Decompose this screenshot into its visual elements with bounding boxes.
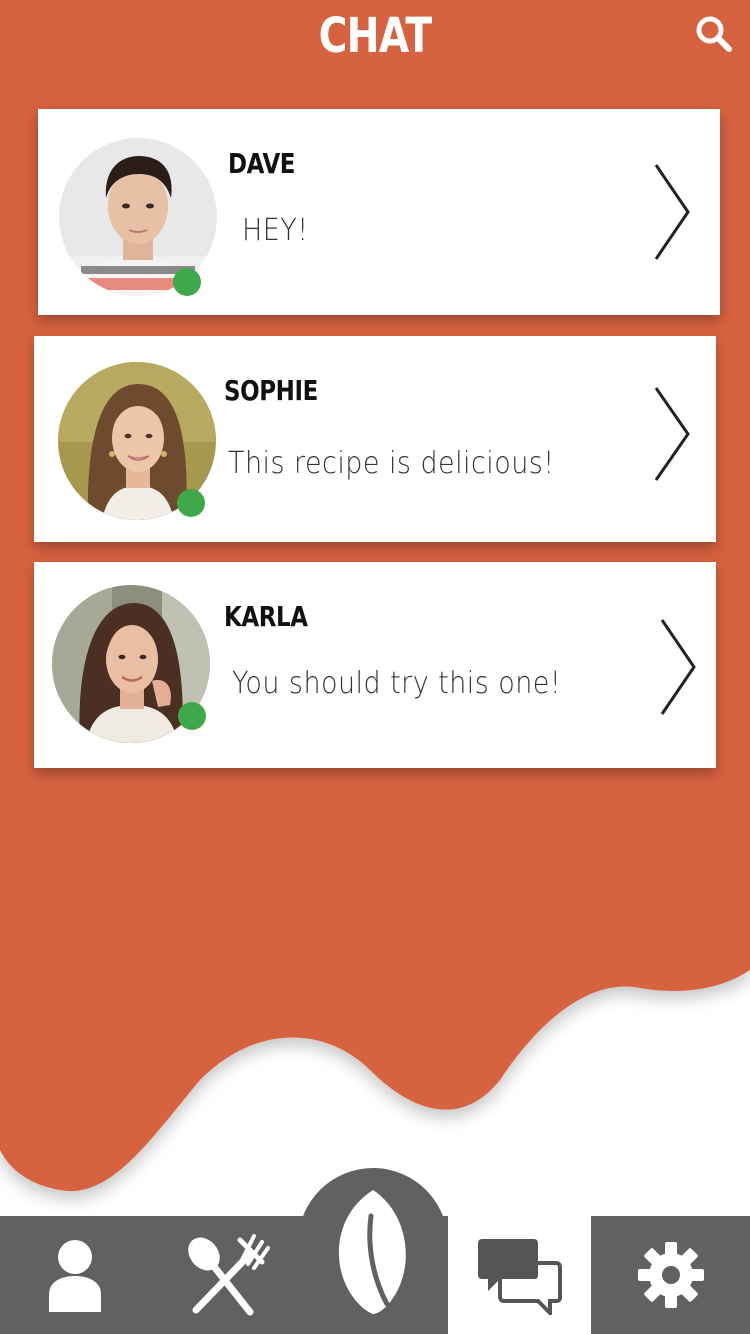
- contact-name: SOPHIE: [224, 374, 318, 407]
- chevron-right-icon[interactable]: [652, 163, 692, 261]
- nav-chat[interactable]: [448, 1216, 591, 1334]
- leaf-icon: [338, 1190, 406, 1314]
- online-status-indicator: [173, 268, 201, 296]
- chat-item-dave[interactable]: DAVE HEY!: [38, 109, 720, 315]
- bottom-navigation: [0, 1168, 750, 1334]
- chat-bubbles-icon: [477, 1239, 562, 1315]
- online-status-indicator: [177, 489, 205, 517]
- search-icon: [696, 16, 732, 52]
- online-status-indicator: [178, 702, 206, 730]
- last-message: HEY!: [242, 213, 309, 248]
- chat-item-sophie[interactable]: SOPHIE This recipe is delicious!: [34, 336, 716, 542]
- last-message: You should try this one!: [232, 666, 562, 701]
- last-message: This recipe is delicious!: [228, 446, 555, 481]
- user-icon: [49, 1240, 101, 1312]
- nav-home[interactable]: [298, 1168, 448, 1334]
- page-title: CHAT: [318, 8, 433, 64]
- search-button[interactable]: [690, 10, 738, 58]
- chevron-right-icon[interactable]: [652, 386, 692, 482]
- nav-profile[interactable]: [0, 1216, 150, 1334]
- contact-name: DAVE: [228, 147, 296, 180]
- utensils-icon: [188, 1234, 270, 1316]
- nav-settings[interactable]: [591, 1216, 750, 1334]
- chat-item-karla[interactable]: KARLA You should try this one!: [34, 562, 716, 768]
- chevron-right-icon[interactable]: [658, 618, 698, 716]
- nav-recipes[interactable]: [150, 1216, 300, 1334]
- contact-name: KARLA: [224, 600, 308, 633]
- gear-icon: [637, 1242, 704, 1308]
